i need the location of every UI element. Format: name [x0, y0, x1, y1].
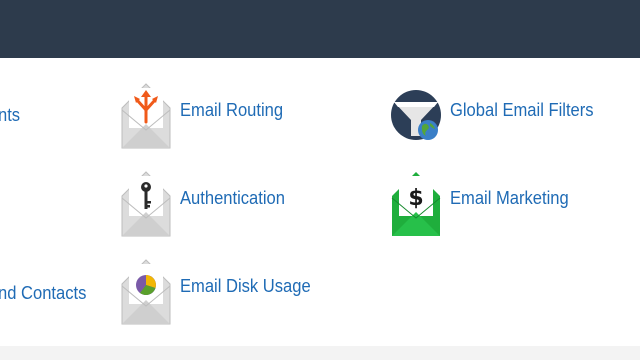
- global-email-filters-link[interactable]: Global Email Filters: [390, 80, 606, 150]
- pie-chart-envelope-icon: [121, 259, 171, 325]
- left-item-1-label-partial[interactable]: nts: [0, 105, 20, 126]
- left-item-3-label-partial[interactable]: nd Contacts: [0, 283, 86, 304]
- email-routing-label: Email Routing: [180, 99, 284, 120]
- svg-text:$: $: [408, 186, 423, 211]
- email-marketing-label: Email Marketing: [450, 187, 569, 208]
- email-section-panel: nts nd Contacts Email Routing Authentica…: [0, 58, 640, 346]
- email-marketing-link[interactable]: $ Email Marketing: [390, 168, 579, 238]
- routing-arrow-envelope-icon: [121, 83, 171, 149]
- email-routing-link[interactable]: Email Routing: [120, 80, 292, 150]
- top-header-bar: [0, 0, 640, 58]
- email-disk-usage-link[interactable]: Email Disk Usage: [120, 256, 322, 326]
- key-envelope-icon: [121, 171, 171, 237]
- global-email-filters-label: Global Email Filters: [450, 99, 594, 120]
- email-disk-usage-label: Email Disk Usage: [180, 275, 311, 296]
- dollar-envelope-icon: $: [391, 172, 441, 236]
- authentication-link[interactable]: Authentication: [120, 168, 294, 238]
- authentication-label: Authentication: [180, 187, 285, 208]
- funnel-globe-icon: [391, 90, 441, 140]
